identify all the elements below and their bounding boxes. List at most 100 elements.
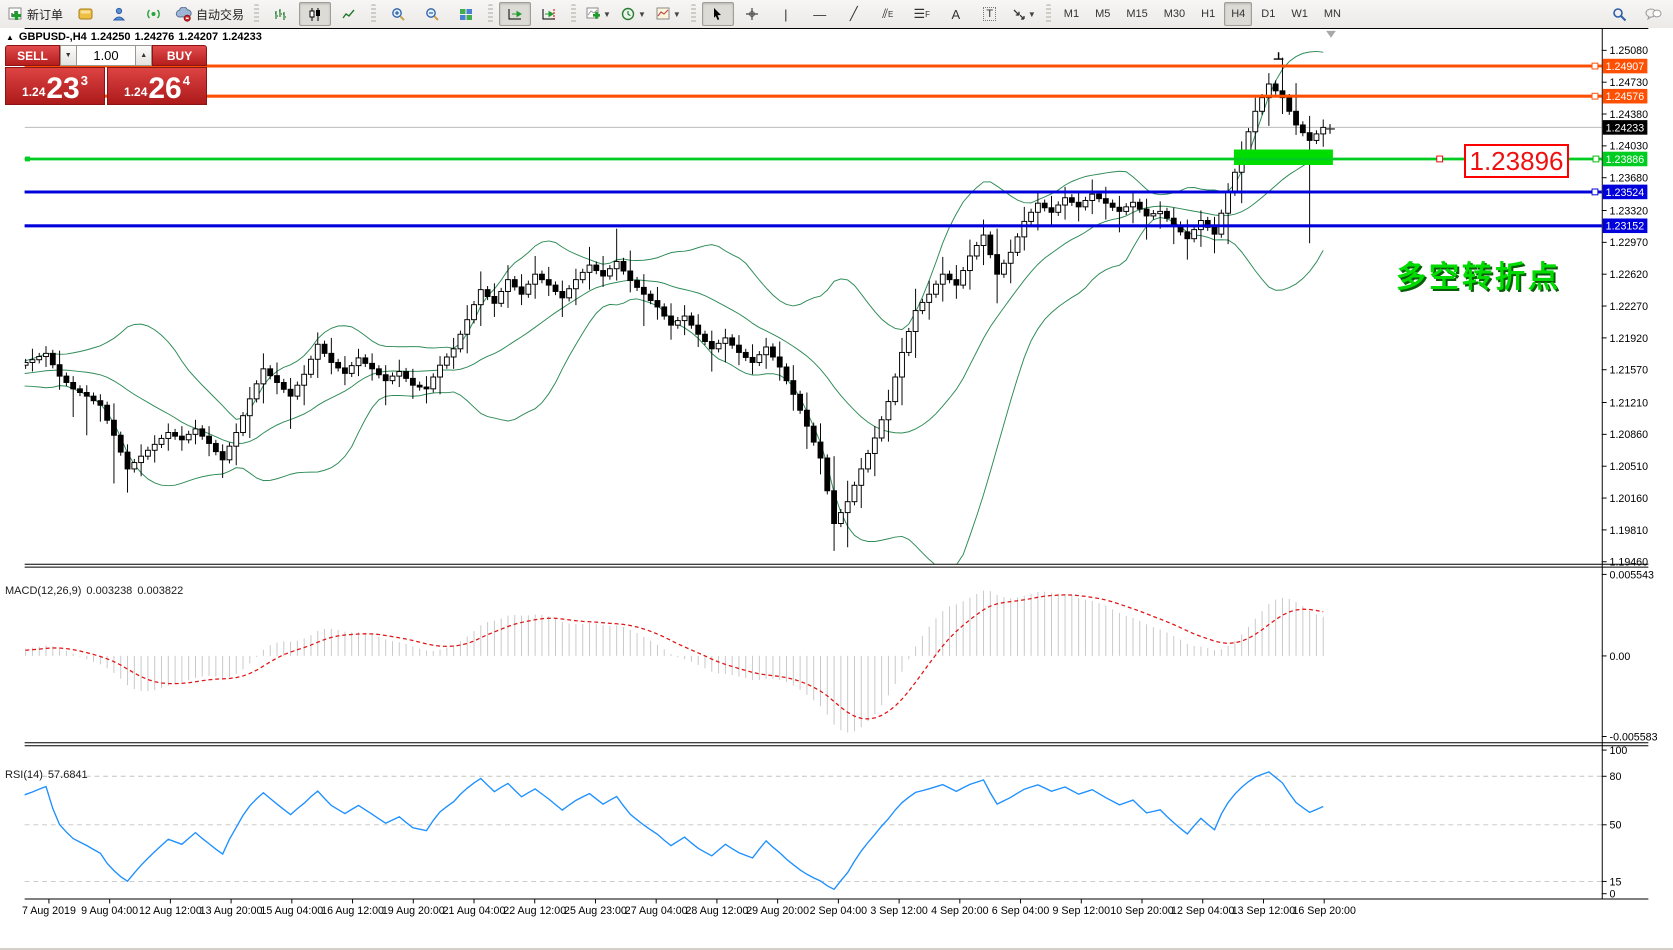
zoom-out-button[interactable] (416, 2, 448, 26)
timeframe-m15[interactable]: M15 (1119, 2, 1154, 26)
chart-shift-button[interactable] (533, 2, 565, 26)
buy-button[interactable]: BUY (152, 45, 207, 66)
svg-text:1.19810: 1.19810 (1610, 525, 1649, 537)
trendline-tool-button[interactable]: ╱ (838, 2, 870, 26)
templates-button[interactable]: ▼ (652, 2, 685, 26)
svg-text:13 Aug 20:00: 13 Aug 20:00 (200, 905, 263, 917)
new-order-label: 新订单 (27, 6, 63, 23)
collapse-header-icon[interactable]: ▲ (6, 33, 14, 42)
chart-window: 1.250801.247301.243801.240301.236801.233… (0, 28, 1673, 950)
svg-text:1.23524: 1.23524 (1606, 187, 1645, 199)
timeframe-d1[interactable]: D1 (1254, 2, 1282, 26)
svg-text:28 Aug 12:00: 28 Aug 12:00 (686, 905, 749, 917)
svg-text:15 Aug 04:00: 15 Aug 04:00 (260, 905, 323, 917)
line-chart-button[interactable] (333, 2, 365, 26)
text-icon: A (951, 7, 960, 22)
chart-shift-icon (542, 8, 556, 21)
channel-tool-button[interactable]: ⫽ E (872, 2, 904, 26)
fibonacci-icon: ☰ (914, 6, 926, 22)
search-icon (1612, 7, 1627, 22)
label-tool-button[interactable]: T (974, 2, 1006, 26)
candlestick-chart-button[interactable] (299, 2, 331, 26)
community-button[interactable] (103, 2, 135, 26)
object-handles[interactable] (25, 63, 1599, 195)
svg-text:1.21570: 1.21570 (1610, 365, 1649, 377)
macd-histogram (0, 591, 1323, 733)
volume-decrease-button[interactable]: ▼ (60, 45, 77, 66)
bar-chart-button[interactable] (265, 2, 297, 26)
fibo-letter: F (925, 10, 930, 19)
svg-text:1.20160: 1.20160 (1610, 493, 1649, 505)
horizontal-lines-top[interactable] (25, 66, 1602, 226)
auto-scroll-button[interactable] (499, 2, 531, 26)
svg-text:22 Aug 12:00: 22 Aug 12:00 (503, 905, 566, 917)
svg-text:2 Sep 04:00: 2 Sep 04:00 (810, 905, 868, 917)
volume-input[interactable]: 1.00 (77, 45, 136, 66)
sell-price-display[interactable]: 1.24233 (5, 67, 105, 105)
horizontal-line-tool-button[interactable]: — (804, 2, 836, 26)
chat-button[interactable] (1637, 2, 1669, 26)
timeframe-h1[interactable]: H1 (1194, 2, 1222, 26)
buy-price-display[interactable]: 1.24264 (107, 67, 207, 105)
svg-text:13 Sep 12:00: 13 Sep 12:00 (1232, 905, 1295, 917)
price-callout-label[interactable]: 1.23896 (1464, 144, 1569, 178)
toolbar-grip (371, 4, 376, 24)
svg-text:1.24233: 1.24233 (1606, 122, 1645, 134)
timeframe-m1[interactable]: M1 (1057, 2, 1086, 26)
bar-chart-icon (274, 8, 288, 21)
svg-text:27 Aug 04:00: 27 Aug 04:00 (625, 905, 688, 917)
dropdown-caret-icon: ▼ (603, 10, 611, 19)
timeframe-h4[interactable]: H4 (1224, 2, 1252, 26)
signals-button[interactable] (137, 2, 169, 26)
svg-text:1.22620: 1.22620 (1610, 269, 1649, 281)
indicators-button[interactable]: ▼ (582, 2, 615, 26)
zoom-out-icon (425, 7, 440, 21)
sell-button[interactable]: SELL (5, 45, 60, 66)
candles (0, 58, 1326, 551)
svg-text:1.24907: 1.24907 (1606, 61, 1645, 73)
text-tool-button[interactable]: A (940, 2, 972, 26)
ohlc-open: 1.24250 (91, 31, 131, 43)
zoom-in-button[interactable] (382, 2, 414, 26)
horizontal-lines[interactable] (25, 66, 1602, 226)
dropdown-caret-icon: ▼ (638, 10, 646, 19)
crosshair-tool-button[interactable] (736, 2, 768, 26)
autotrading-button[interactable]: 自动交易 (171, 2, 248, 26)
tile-windows-button[interactable] (450, 2, 482, 26)
macd-name: MACD(12,26,9) (5, 585, 81, 597)
timeframe-m30[interactable]: M30 (1157, 2, 1192, 26)
buy-price-pips: 26 (148, 76, 181, 102)
macd-axis: 0.0055430.00-0.005583 (1602, 569, 1658, 743)
svg-text:1.21210: 1.21210 (1610, 397, 1649, 409)
svg-text:1.22270: 1.22270 (1610, 301, 1649, 313)
svg-text:1.24030: 1.24030 (1610, 141, 1649, 153)
timeframe-m5[interactable]: M5 (1088, 2, 1117, 26)
timeframe-mn[interactable]: MN (1317, 2, 1348, 26)
toolbar: 新订单 (0, 0, 1673, 29)
price-axis[interactable]: 1.250801.247301.243801.240301.236801.233… (1602, 45, 1648, 568)
volume-increase-button[interactable]: ▲ (135, 45, 152, 66)
svg-text:29 Aug 20:00: 29 Aug 20:00 (746, 905, 809, 917)
svg-text:16 Aug 12:00: 16 Aug 12:00 (321, 905, 384, 917)
autotrading-label: 自动交易 (196, 6, 244, 23)
market-button[interactable] (69, 2, 101, 26)
periods-button[interactable]: ▼ (617, 2, 650, 26)
timeframe-w1[interactable]: W1 (1284, 2, 1315, 26)
arrows-tool-button[interactable]: ▼ (1008, 2, 1040, 26)
tile-windows-icon (459, 8, 473, 21)
ohlc-close: 1.24233 (222, 31, 262, 43)
search-button[interactable] (1603, 2, 1635, 26)
svg-text:1.19460: 1.19460 (1610, 557, 1649, 569)
support-zone-rect[interactable] (1234, 150, 1333, 165)
cursor-tool-button[interactable] (702, 2, 734, 26)
time-axis[interactable]: 7 Aug 20199 Aug 04:0012 Aug 12:0013 Aug … (22, 900, 1356, 918)
chart-canvas[interactable]: 1.250801.247301.243801.240301.236801.233… (0, 28, 1673, 950)
svg-text:1.23680: 1.23680 (1610, 173, 1649, 185)
macd-indicator-label: MACD(12,26,9)0.0032380.003822 (5, 585, 188, 597)
vertical-line-tool-button[interactable]: | (770, 2, 802, 26)
turning-point-annotation[interactable]: 多空转折点 (1396, 252, 1561, 296)
new-order-button[interactable]: 新订单 (4, 2, 67, 26)
fibonacci-tool-button[interactable]: ☰ F (906, 2, 938, 26)
indicators-icon (586, 7, 601, 21)
svg-text:9 Aug 04:00: 9 Aug 04:00 (81, 905, 138, 917)
